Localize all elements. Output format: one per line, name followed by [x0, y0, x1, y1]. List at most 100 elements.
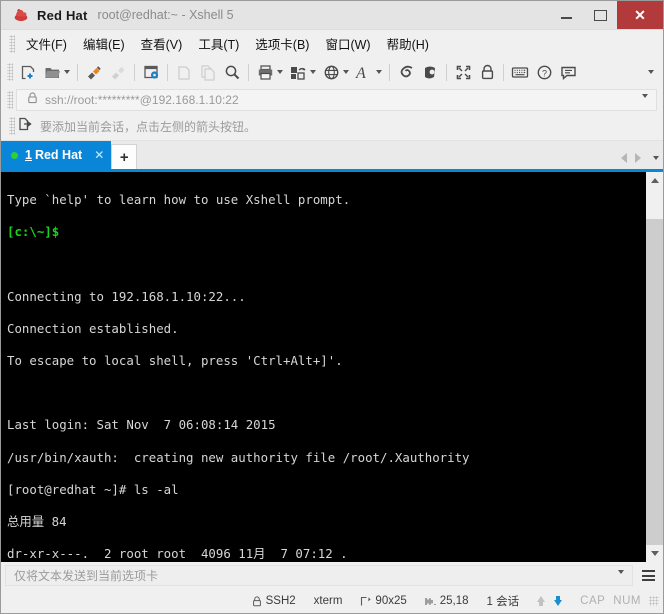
minimize-button[interactable]	[549, 1, 583, 29]
menu-drag-grip[interactable]	[9, 34, 15, 53]
new-session-icon[interactable]	[17, 61, 39, 83]
tab-next-icon[interactable]	[635, 153, 641, 163]
feedback-icon[interactable]	[557, 61, 579, 83]
scroll-down-button[interactable]	[646, 545, 663, 562]
cut-icon	[173, 61, 195, 83]
open-folder-dropdown-icon[interactable]	[64, 70, 70, 74]
toolbar-separator	[167, 63, 168, 81]
disconnect-icon	[107, 61, 129, 83]
status-size-label: 90x25	[375, 595, 407, 607]
font-icon[interactable]: A	[353, 61, 375, 83]
menu-edit[interactable]: 编辑(E)	[75, 30, 133, 57]
status-transfer-indicators	[537, 596, 563, 606]
menu-tabs[interactable]: 选项卡(B)	[247, 30, 317, 57]
terminal-line: [root@redhat ~]# ls -al	[7, 481, 179, 497]
keyboard-icon[interactable]	[509, 61, 531, 83]
upload-arrow-icon	[537, 596, 546, 606]
print-dropdown-icon[interactable]	[277, 70, 283, 74]
copy-icon	[197, 61, 219, 83]
menu-tools[interactable]: 工具(T)	[190, 30, 247, 57]
compose-menu-button[interactable]	[637, 565, 659, 586]
svg-text:A: A	[355, 65, 366, 81]
terminal-output[interactable]: Type `help' to learn how to use Xshell p…	[1, 172, 645, 562]
hint-drag-grip[interactable]	[9, 117, 15, 135]
status-num-indicator: NUM	[613, 595, 641, 607]
tab-status-dot-icon	[11, 151, 18, 159]
toolbar-separator	[248, 63, 249, 81]
toolbar-drag-grip[interactable]	[7, 63, 13, 81]
globe-dropdown-icon[interactable]	[343, 70, 349, 74]
fullscreen-icon[interactable]	[452, 61, 474, 83]
svg-text:?: ?	[542, 68, 547, 78]
scrollbar-track[interactable]	[646, 189, 663, 545]
terminal-scrollbar[interactable]	[645, 172, 663, 562]
toolbar-separator	[77, 63, 78, 81]
globe-icon[interactable]	[320, 61, 342, 83]
status-protocol: SSH2	[252, 595, 296, 607]
status-cursor-position-label: 25,18	[439, 595, 469, 607]
toolbar-separator	[446, 63, 447, 81]
help-icon[interactable]: ?	[533, 61, 555, 83]
session-properties-icon[interactable]	[140, 61, 162, 83]
terminal-line: 总用量 84	[7, 513, 67, 529]
tab-number: 1	[25, 148, 32, 162]
print-icon[interactable]	[254, 61, 276, 83]
address-input[interactable]: ssh://root:*********@192.168.1.10:22	[45, 93, 239, 107]
address-bar[interactable]: ssh://root:*********@192.168.1.10:22	[16, 88, 657, 115]
window-controls: ✕	[549, 1, 663, 29]
scroll-up-button[interactable]	[646, 172, 663, 189]
compose-placeholder: 仅将文本发送到当前选项卡	[14, 569, 159, 583]
status-size: 90x25	[360, 595, 407, 607]
address-drag-grip[interactable]	[7, 90, 13, 109]
tab-list-dropdown-icon[interactable]	[653, 156, 659, 160]
maximize-icon	[593, 9, 607, 21]
tab-label: Red Hat	[34, 148, 83, 162]
font-dropdown-icon[interactable]	[376, 70, 382, 74]
add-session-arrow-icon[interactable]	[18, 117, 32, 136]
hamburger-line	[641, 574, 655, 577]
resize-grip[interactable]	[649, 596, 659, 606]
lock-icon	[252, 595, 262, 607]
menu-view[interactable]: 查看(V)	[133, 30, 191, 57]
terminal-line: /usr/bin/xauth: creating new authority f…	[7, 449, 470, 465]
maximize-button[interactable]	[583, 1, 617, 29]
terminal-line: Last login: Sat Nov 7 06:08:14 2015	[7, 417, 276, 433]
tab-red-hat[interactable]: 1 Red Hat ✕	[1, 141, 112, 169]
compose-input[interactable]: 仅将文本发送到当前选项卡	[5, 565, 633, 591]
status-terminal-type: xterm	[314, 595, 343, 607]
lock-icon[interactable]	[476, 61, 498, 83]
cursor-position-icon	[425, 596, 436, 607]
menu-window[interactable]: 窗口(W)	[317, 30, 378, 57]
highlight-icon[interactable]	[419, 61, 441, 83]
window-title: Red Hat	[37, 7, 88, 23]
close-icon: ✕	[634, 7, 646, 23]
download-arrow-icon	[554, 596, 563, 606]
compose-bar-icon[interactable]	[395, 61, 417, 83]
address-lock-icon	[27, 91, 38, 109]
new-tab-button[interactable]: +	[111, 144, 138, 169]
tab-close-icon[interactable]: ✕	[94, 148, 104, 162]
toolbar-overflow-icon[interactable]	[648, 70, 654, 74]
connect-icon[interactable]	[83, 61, 105, 83]
terminal-line: [c:\~]$	[7, 224, 60, 240]
tab-prev-icon[interactable]	[621, 153, 627, 163]
file-transfer-icon[interactable]	[287, 61, 309, 83]
open-folder-icon[interactable]	[41, 61, 63, 83]
minimize-icon	[560, 17, 572, 19]
file-transfer-dropdown-icon[interactable]	[310, 70, 316, 74]
find-icon[interactable]	[221, 61, 243, 83]
resize-icon	[360, 596, 372, 607]
terminal-line: dr-xr-x---. 2 root root 4096 11月 7 07:12…	[7, 546, 348, 562]
title-bar: Red Hat root@redhat:~ - Xshell 5 ✕	[1, 1, 663, 30]
close-button[interactable]: ✕	[617, 1, 663, 29]
address-bar-row: ssh://root:*********@192.168.1.10:22	[1, 87, 663, 115]
scrollbar-thumb[interactable]	[646, 219, 663, 545]
address-dropdown-icon[interactable]	[642, 93, 648, 116]
menu-file[interactable]: 文件(F)	[18, 30, 75, 57]
add-session-hint-row: 要添加当前会话，点击左侧的箭头按钮。	[1, 112, 663, 141]
add-session-hint-text: 要添加当前会话，点击左侧的箭头按钮。	[40, 119, 257, 134]
menu-help[interactable]: 帮助(H)	[379, 30, 437, 57]
redhat-logo-icon	[13, 7, 29, 23]
tab-navigation	[621, 153, 659, 163]
